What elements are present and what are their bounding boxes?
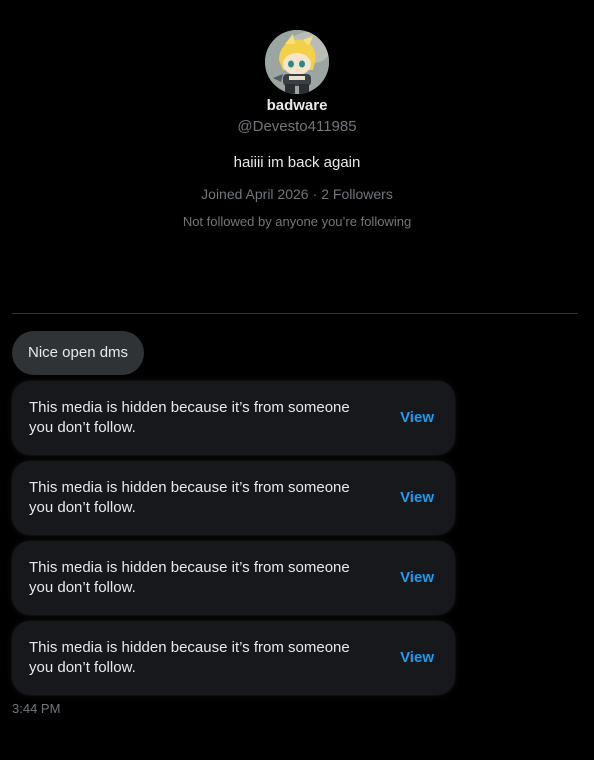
view-media-button[interactable]: View <box>400 648 434 668</box>
avatar[interactable] <box>265 30 329 94</box>
view-media-button[interactable]: View <box>400 568 434 588</box>
view-media-button[interactable]: View <box>400 488 434 508</box>
hidden-media-notice: This media is hidden because it’s from s… <box>29 399 350 436</box>
hidden-media-card: This media is hidden because it’s from s… <box>12 461 455 535</box>
followers-count[interactable]: 2 Followers <box>321 186 393 202</box>
hidden-media-notice: This media is hidden because it’s from s… <box>29 639 350 676</box>
followed-by-note: Not followed by anyone you’re following <box>182 214 412 229</box>
message-timestamp: 3:44 PM <box>12 701 61 716</box>
view-media-button[interactable]: View <box>400 408 434 428</box>
plush-doll-avatar-icon <box>265 30 329 94</box>
hidden-media-card: This media is hidden because it’s from s… <box>12 541 455 615</box>
profile-name[interactable]: badware <box>0 97 594 115</box>
hidden-media-notice: This media is hidden because it’s from s… <box>29 479 350 516</box>
profile-handle[interactable]: @Devesto411985 <box>0 118 594 136</box>
hidden-media-notice: This media is hidden because it’s from s… <box>29 559 350 596</box>
hidden-media-card: This media is hidden because it’s from s… <box>12 381 455 455</box>
profile-bio: haiiii im back again <box>233 154 361 171</box>
message-bubble[interactable]: Nice open dms <box>12 331 145 375</box>
profile-meta: Joined April 2026 · 2 Followers <box>0 185 594 203</box>
divider <box>12 313 578 314</box>
joined-date: Joined April 2026 <box>201 186 309 202</box>
profile-header: badware @Devesto411985 haiiii im back ag… <box>0 30 594 230</box>
meta-separator: · <box>312 186 318 202</box>
hidden-media-card: This media is hidden because it’s from s… <box>12 621 455 695</box>
